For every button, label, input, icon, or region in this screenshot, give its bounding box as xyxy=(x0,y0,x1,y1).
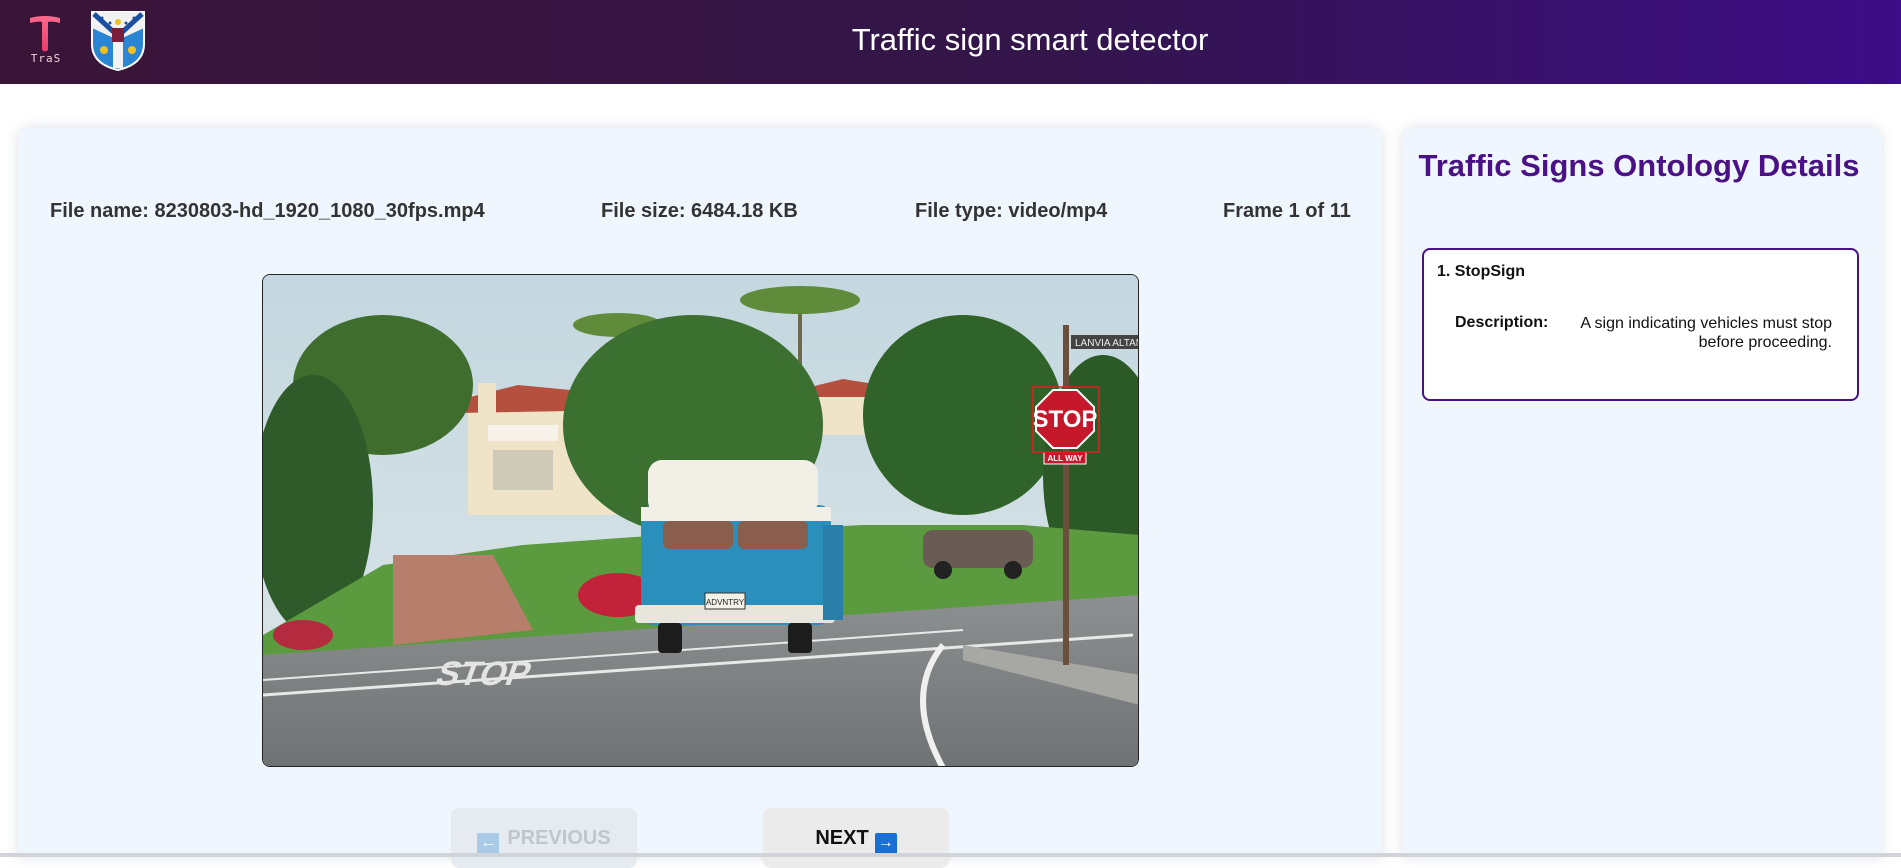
road-marking-text: STOP xyxy=(431,655,537,693)
right-arrow-icon: → xyxy=(874,833,897,855)
file-size-label: File size: 6484.18 KB xyxy=(601,200,798,222)
description-label: Description: xyxy=(1455,314,1549,331)
file-type-label: File type: video/mp4 xyxy=(915,200,1108,222)
license-plate-text: ADVNTRY xyxy=(706,598,745,607)
ontology-panel xyxy=(1403,128,1881,857)
file-name-label: File name: 8230803-hd_1920_1080_30fps.mp… xyxy=(50,200,485,222)
stop-sign-text: STOP xyxy=(1033,406,1098,433)
left-arrow-icon: ← xyxy=(477,833,500,855)
description-text: A sign indicating vehicles must stop bef… xyxy=(1580,315,1832,351)
street-name-sign-text: LANVIA ALTAMI xyxy=(1075,338,1139,349)
next-button-label: NEXT xyxy=(815,827,869,849)
previous-button[interactable]: ← PREVIOUS xyxy=(451,808,637,868)
sign-name: 1. StopSign xyxy=(1437,263,1525,280)
app-title: Traffic sign smart detector xyxy=(851,22,1209,57)
video-frame-image: STOP ADVNTRY LANVIA ALTAMI STOP ALL WAY xyxy=(262,274,1139,767)
ontology-item-card: 1. StopSign Description: A sign indicati… xyxy=(1422,248,1859,401)
bottom-border xyxy=(0,853,1901,857)
previous-button-label: PREVIOUS xyxy=(507,827,611,849)
stop-sub-text: ALL WAY xyxy=(1047,454,1083,463)
frame-counter: Frame 1 of 11 xyxy=(1223,200,1351,222)
app-header: TraS Traffic sign smart detector xyxy=(0,0,1901,84)
ontology-title: Traffic Signs Ontology Details xyxy=(1418,148,1860,183)
street-scene-image: STOP ADVNTRY LANVIA ALTAMI STOP ALL WAY xyxy=(263,275,1139,766)
next-button[interactable]: NEXT → xyxy=(763,808,949,868)
